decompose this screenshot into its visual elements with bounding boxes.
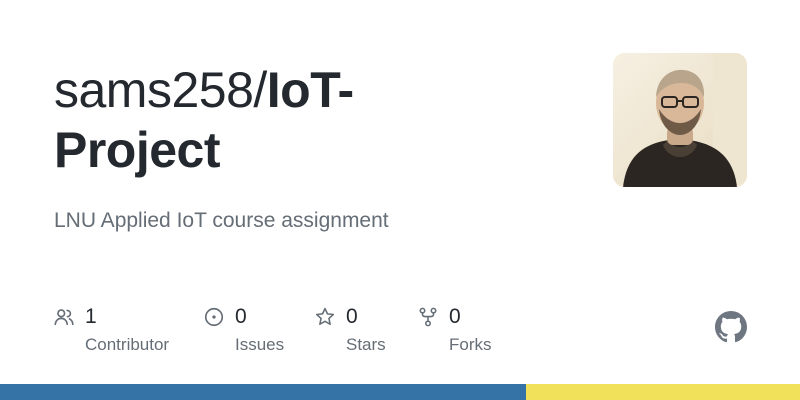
fork-icon: [419, 307, 437, 327]
issue-icon: [204, 307, 224, 327]
repo-description: LNU Applied IoT course assignment: [54, 209, 389, 232]
stat-count: 1: [85, 305, 97, 328]
avatar: [613, 53, 747, 187]
repo-title: sams258/IoT- Project: [54, 60, 574, 180]
stat-label: Forks: [449, 335, 492, 354]
github-mark-icon[interactable]: [715, 311, 747, 343]
language-bar: [0, 384, 800, 400]
stat-label: Issues: [235, 335, 285, 354]
repo-name-start: IoT-: [266, 62, 354, 118]
stat-count: 0: [449, 305, 461, 328]
user-avatar-photo: [613, 53, 747, 187]
stat-label: Stars: [346, 335, 386, 354]
repo-owner: sams258/: [54, 62, 267, 118]
people-icon: [54, 309, 74, 326]
star-icon: [315, 307, 335, 326]
repo-stats: 1 Contributor 0 Issues 0 Stars 0 Forks: [53, 302, 513, 362]
language-bar-segment: [0, 384, 526, 400]
language-bar-segment: [525, 384, 800, 400]
stat-count: 0: [235, 305, 247, 328]
stat-count: 0: [346, 305, 358, 328]
stat-label: Contributor: [85, 335, 170, 354]
repo-name-end: Project: [54, 122, 221, 178]
